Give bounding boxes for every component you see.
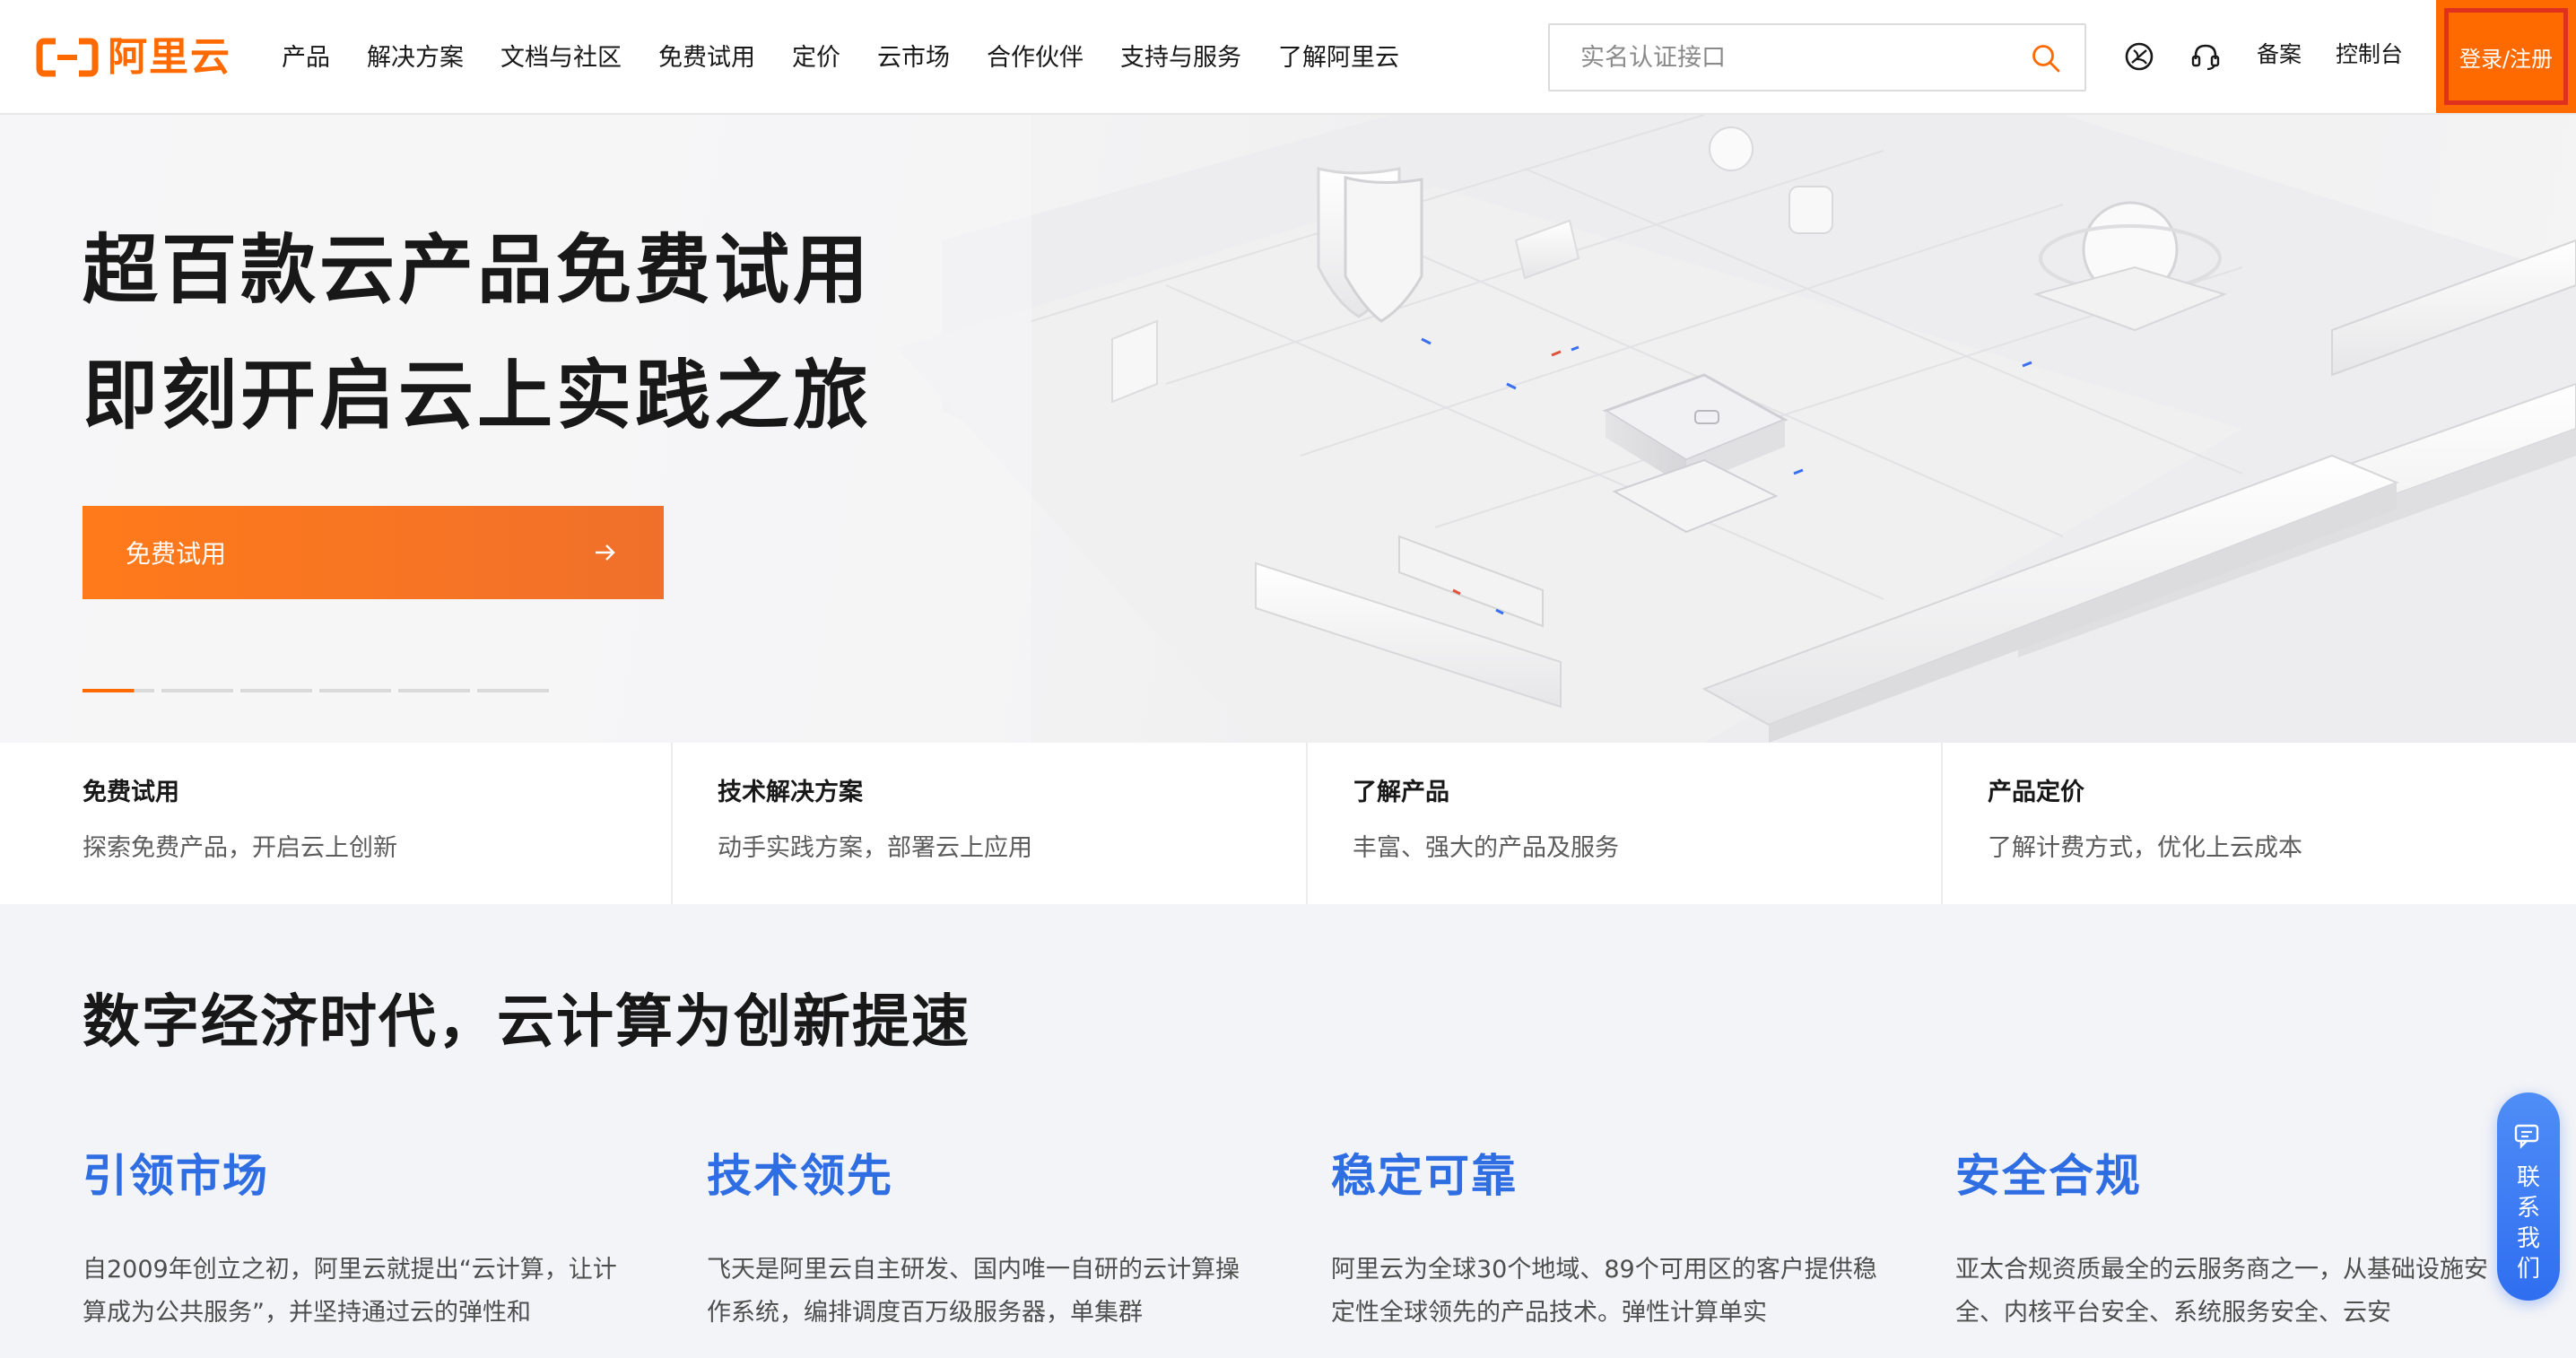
search-icon[interactable] [2031, 43, 2061, 74]
card-learn-products[interactable]: 了解产品 丰富、强大的产品及服务 [1308, 743, 1943, 904]
aliyun-logo[interactable]: 阿里云 [36, 27, 231, 88]
feature-desc: 阿里云为全球30个地域、89个可用区的客户提供稳定性全球领先的产品技术。弹性计算… [1331, 1256, 1877, 1327]
quick-entry-cards: 免费试用 探索免费产品，开启云上创新 技术解决方案 动手实践方案，部署云上应用 … [0, 743, 2576, 904]
arrow-right-icon [596, 544, 615, 561]
card-desc: 动手实践方案，部署云上应用 [718, 834, 1032, 863]
nav-item-marketplace[interactable]: 云市场 [877, 46, 950, 70]
card-pricing[interactable]: 产品定价 了解计费方式，优化上云成本 [1943, 743, 2576, 904]
feature-market-lead: 引领市场 自2009年创立之初，阿里云就提出“云计算，让计算成为公共服务”，并坚… [83, 1153, 657, 1335]
nav-item-partners[interactable]: 合作伙伴 [987, 46, 1083, 70]
carousel-dot[interactable] [161, 689, 233, 692]
card-title: 产品定价 [1988, 779, 2084, 806]
carousel-dot[interactable] [319, 689, 391, 692]
carousel-indicators [83, 689, 549, 692]
feature-security-compliance: 安全合规 亚太合规资质最全的云服务商之一，从基础设施安全、内核平台安全、系统服务… [1955, 1153, 2529, 1335]
card-tech-solutions[interactable]: 技术解决方案 动手实践方案，部署云上应用 [673, 743, 1308, 904]
hero-title-line2: 即刻开启云上实践之旅 [83, 352, 873, 440]
nav-item-solutions[interactable]: 解决方案 [367, 46, 464, 70]
logo-text: 阿里云 [108, 34, 231, 80]
feature-title[interactable]: 引领市场 [83, 1153, 657, 1198]
cta-label: 免费试用 [126, 539, 227, 569]
feature-desc: 亚太合规资质最全的云服务商之一，从基础设施安全、内核平台安全、系统服务安全、云安 [1955, 1256, 2488, 1327]
contact-us-button[interactable]: 联系我们 [2497, 1092, 2560, 1301]
feature-title[interactable]: 安全合规 [1955, 1153, 2529, 1198]
card-desc: 丰富、强大的产品及服务 [1353, 834, 1619, 863]
carousel-dot[interactable] [477, 689, 549, 692]
feature-title[interactable]: 技术领先 [707, 1153, 1281, 1198]
nav-item-about[interactable]: 了解阿里云 [1278, 46, 1399, 70]
aliyun-logo-icon [36, 38, 99, 77]
feature-reliability: 稳定可靠 阿里云为全球30个地域、89个可用区的客户提供稳定性全球领先的产品技术… [1331, 1153, 1905, 1335]
globe-icon[interactable] [2122, 39, 2156, 74]
chat-icon [2514, 1124, 2539, 1149]
card-desc: 了解计费方式，优化上云成本 [1988, 834, 2302, 863]
main-nav: 产品 解决方案 文档与社区 免费试用 定价 云市场 合作伙伴 支持与服务 了解阿… [282, 0, 1436, 115]
free-trial-cta-button[interactable]: 免费试用 [83, 506, 664, 599]
nav-item-free-trial[interactable]: 免费试用 [658, 46, 755, 70]
carousel-dot[interactable] [398, 689, 470, 692]
feature-tech-lead: 技术领先 飞天是阿里云自主研发、国内唯一自研的云计算操作系统，编排调度百万级服务… [707, 1153, 1281, 1335]
card-free-trial[interactable]: 免费试用 探索免费产品，开启云上创新 [0, 743, 673, 904]
nav-item-docs-community[interactable]: 文档与社区 [500, 46, 622, 70]
carousel-dot[interactable] [83, 689, 154, 692]
login-register-button[interactable]: 登录/注册 [2436, 0, 2576, 113]
card-title: 免费试用 [83, 779, 179, 806]
feature-desc: 自2009年创立之初，阿里云就提出“云计算，让计算成为公共服务”，并坚持通过云的… [83, 1256, 617, 1327]
headset-icon[interactable] [2189, 39, 2223, 74]
feature-title[interactable]: 稳定可靠 [1331, 1153, 1905, 1198]
section-heading: 数字经济时代，云计算为创新提速 [83, 989, 970, 1056]
console-link[interactable]: 控制台 [2336, 43, 2403, 65]
card-desc: 探索免费产品，开启云上创新 [83, 834, 397, 863]
search-input[interactable] [1550, 25, 2016, 90]
carousel-dot[interactable] [240, 689, 312, 692]
hero-title-line1: 超百款云产品免费试用 [83, 226, 873, 314]
contact-label: 联系我们 [2516, 1164, 2540, 1283]
beian-link[interactable]: 备案 [2257, 43, 2302, 65]
nav-item-pricing[interactable]: 定价 [792, 46, 840, 70]
hero-banner: 超百款云产品免费试用 即刻开启云上实践之旅 免费试用 [0, 115, 2576, 743]
intro-section: 数字经济时代，云计算为创新提速 引领市场 自2009年创立之初，阿里云就提出“云… [0, 904, 2576, 1358]
card-title: 技术解决方案 [718, 779, 863, 806]
nav-item-products[interactable]: 产品 [282, 46, 330, 70]
card-title: 了解产品 [1353, 779, 1449, 806]
top-header: 阿里云 产品 解决方案 文档与社区 免费试用 定价 云市场 合作伙伴 支持与服务… [0, 0, 2576, 115]
feature-desc: 飞天是阿里云自主研发、国内唯一自研的云计算操作系统，编排调度百万级服务器，单集群 [707, 1256, 1240, 1327]
nav-item-support[interactable]: 支持与服务 [1120, 46, 1241, 70]
search-box [1548, 23, 2086, 91]
